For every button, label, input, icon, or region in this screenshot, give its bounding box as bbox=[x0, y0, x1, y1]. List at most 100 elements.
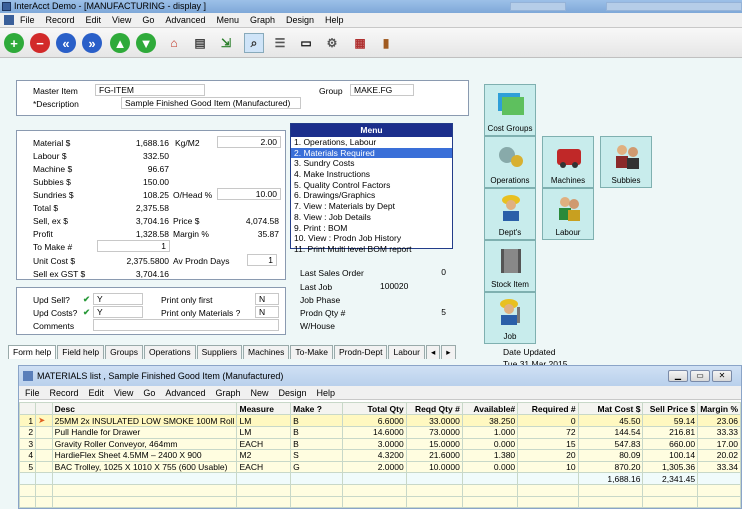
comments-input[interactable] bbox=[93, 319, 279, 331]
export-icon[interactable]: ⇲ bbox=[216, 33, 236, 53]
home-icon[interactable]: ⌂ bbox=[164, 33, 184, 53]
empty-cell[interactable] bbox=[577, 495, 644, 509]
empty-cell[interactable] bbox=[405, 483, 463, 497]
empty-cell[interactable] bbox=[35, 483, 53, 497]
menu-edit[interactable]: Edit bbox=[86, 15, 102, 25]
tab-machines[interactable]: Machines bbox=[243, 345, 290, 359]
cell-sell[interactable]: 216.81 bbox=[642, 426, 699, 439]
empty-cell[interactable] bbox=[405, 495, 463, 509]
monitor-icon[interactable]: ▭ bbox=[296, 33, 316, 53]
upd-costs-input[interactable]: Y bbox=[93, 306, 143, 318]
menu-item[interactable]: 9. Print : BOM bbox=[291, 223, 452, 234]
cell-required[interactable]: 72 bbox=[517, 426, 579, 439]
empty-cell[interactable] bbox=[461, 483, 519, 497]
kg-m2-input[interactable]: 2.00 bbox=[217, 136, 281, 148]
cell-reqd[interactable]: 73.0000 bbox=[405, 426, 463, 439]
menu-record[interactable]: Record bbox=[46, 15, 75, 25]
table-row[interactable]: 1 ➤ 25MM 2x INSULATED LOW SMOKE 100M Roll L… bbox=[18, 414, 741, 427]
child-menu-edit[interactable]: Edit bbox=[89, 388, 105, 398]
print-only-first-input[interactable]: N bbox=[255, 293, 279, 305]
child-menu-graph[interactable]: Graph bbox=[215, 388, 240, 398]
cell-total[interactable]: 4.3200 bbox=[342, 449, 407, 462]
tile-operations[interactable]: Operations bbox=[484, 136, 536, 188]
background-tab[interactable] bbox=[606, 2, 742, 11]
empty-cell[interactable] bbox=[51, 495, 238, 509]
table-row[interactable]: 5 BAC Trolley, 1025 X 1010 X 755 (600 Usa… bbox=[18, 460, 741, 474]
child-menu-go[interactable]: Go bbox=[143, 388, 155, 398]
tile-subbies[interactable]: Subbies bbox=[600, 136, 652, 188]
empty-cell[interactable] bbox=[517, 483, 579, 497]
table-row[interactable]: 2 Pull Handle for Drawer LM B 14.6000 73.0000… bbox=[18, 426, 741, 439]
cell-measure[interactable]: LM bbox=[236, 426, 292, 439]
cell-margin[interactable]: 33.34 bbox=[697, 460, 741, 474]
menu-item[interactable]: 1. Operations, Labour bbox=[291, 137, 452, 148]
col-measure[interactable]: Measure bbox=[236, 402, 292, 415]
cell-make[interactable]: B bbox=[290, 426, 344, 439]
empty-cell[interactable] bbox=[35, 495, 53, 509]
tab-scroll-right[interactable]: ▸ bbox=[441, 345, 456, 359]
cell-matcost[interactable]: 80.09 bbox=[577, 449, 644, 462]
col-mat-cost[interactable]: Mat Cost $ bbox=[577, 402, 644, 415]
tab-form-help[interactable]: Form help bbox=[8, 345, 57, 359]
cell-matcost[interactable]: 144.54 bbox=[577, 426, 644, 439]
restore-icon[interactable]: ▭ bbox=[690, 370, 710, 382]
cell-measure[interactable]: LM bbox=[236, 414, 292, 427]
col-make[interactable]: Make ? bbox=[290, 402, 344, 415]
tile-job[interactable]: Job bbox=[484, 292, 536, 344]
last-record-icon[interactable]: » bbox=[82, 33, 102, 53]
to-make-input[interactable]: 1 bbox=[97, 240, 170, 252]
empty-cell[interactable] bbox=[290, 495, 344, 509]
empty-cell[interactable] bbox=[642, 483, 699, 497]
cell-measure[interactable]: EACH bbox=[236, 460, 292, 474]
delete-icon[interactable]: − bbox=[30, 33, 50, 53]
av-prodn-days-input[interactable]: 1 bbox=[247, 254, 277, 266]
menu-file[interactable]: File bbox=[20, 15, 35, 25]
col-sell-price[interactable]: Sell Price $ bbox=[642, 402, 699, 415]
description-input[interactable]: Sample Finished Good Item (Manufactured) bbox=[121, 97, 301, 109]
cell-desc[interactable]: 25MM 2x INSULATED LOW SMOKE 100M Roll bbox=[51, 414, 238, 427]
cell-avail[interactable]: 1.000 bbox=[461, 426, 519, 439]
empty-cell[interactable] bbox=[642, 495, 699, 509]
tab-prodn-dept[interactable]: Prodn-Dept bbox=[334, 345, 388, 359]
cell-margin[interactable]: 17.00 bbox=[697, 437, 741, 451]
print-icon[interactable]: ▤ bbox=[190, 33, 210, 53]
search-icon[interactable]: ⌕ bbox=[244, 33, 264, 53]
child-menu-advanced[interactable]: Advanced bbox=[165, 388, 205, 398]
col-total-qty[interactable]: Total Qty bbox=[342, 402, 407, 415]
cell-required[interactable]: 10 bbox=[517, 460, 579, 474]
cell-measure[interactable]: M2 bbox=[236, 449, 292, 462]
tab-field-help[interactable]: Field help bbox=[57, 345, 105, 359]
table-row[interactable]: 4 HardieFlex Sheet 4.5MM – 2400 X 900 M2 S 4… bbox=[18, 449, 741, 462]
document-icon[interactable] bbox=[4, 15, 14, 25]
cell-reqd[interactable]: 10.0000 bbox=[405, 460, 463, 474]
tab-scroll-left[interactable]: ◂ bbox=[425, 345, 441, 359]
empty-row[interactable] bbox=[18, 495, 741, 509]
cell-margin[interactable]: 33.33 bbox=[697, 426, 741, 439]
child-menu-file[interactable]: File bbox=[25, 388, 40, 398]
cell-required[interactable]: 20 bbox=[517, 449, 579, 462]
calendar-icon[interactable]: ▦ bbox=[350, 33, 370, 53]
cell-sell[interactable]: 660.00 bbox=[642, 437, 699, 451]
tile-machines[interactable]: Machines bbox=[542, 136, 594, 188]
col-desc[interactable]: Desc bbox=[51, 402, 238, 415]
cell-margin[interactable]: 20.02 bbox=[697, 449, 741, 462]
cell-sell[interactable]: 59.14 bbox=[642, 414, 699, 427]
empty-row[interactable] bbox=[18, 483, 741, 497]
cell-desc[interactable]: Gravity Roller Conveyor, 464mm bbox=[51, 437, 238, 451]
menu-item[interactable]: 3. Sundry Costs bbox=[291, 158, 452, 169]
cell-required[interactable]: 15 bbox=[517, 437, 579, 451]
upd-sell-input[interactable]: Y bbox=[93, 293, 143, 305]
table-row[interactable]: 3 Gravity Roller Conveyor, 464mm EACH B 3.00… bbox=[18, 437, 741, 451]
empty-cell[interactable] bbox=[290, 483, 344, 497]
menu-item[interactable]: 8. View : Job Details bbox=[291, 212, 452, 223]
menu-item[interactable]: 4. Make Instructions bbox=[291, 169, 452, 180]
col-margin[interactable]: Margin % bbox=[697, 402, 741, 415]
col-available[interactable]: Available# bbox=[461, 402, 519, 415]
tab-to-make[interactable]: To-Make bbox=[290, 345, 334, 359]
tile-depts[interactable]: Dept's bbox=[484, 188, 536, 240]
cell-matcost[interactable]: 45.50 bbox=[577, 414, 644, 427]
cell-total[interactable]: 2.0000 bbox=[342, 460, 407, 474]
master-item-input[interactable]: FG-ITEM bbox=[95, 84, 205, 96]
print-only-materials-input[interactable]: N bbox=[255, 306, 279, 318]
empty-cell[interactable] bbox=[342, 495, 407, 509]
